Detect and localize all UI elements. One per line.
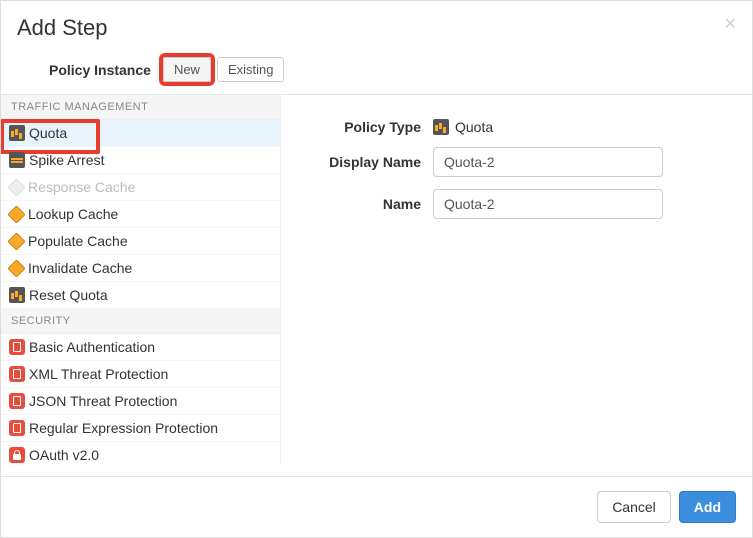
spike-arrest-icon bbox=[9, 152, 25, 168]
policy-label: Lookup Cache bbox=[28, 206, 118, 222]
display-name-input[interactable] bbox=[433, 147, 663, 177]
policy-label: Invalidate Cache bbox=[28, 260, 132, 276]
close-button[interactable]: × bbox=[724, 13, 736, 36]
policy-type-row: Policy Type Quota bbox=[311, 119, 722, 135]
group-traffic-management: TRAFFIC MANAGEMENT bbox=[1, 95, 280, 120]
policy-label: JSON Threat Protection bbox=[29, 393, 177, 409]
content-area: TRAFFIC MANAGEMENT Quota Spike Arrest Re… bbox=[1, 94, 752, 464]
display-name-row: Display Name bbox=[311, 147, 722, 177]
policy-label: XML Threat Protection bbox=[29, 366, 168, 382]
group-security: SECURITY bbox=[1, 309, 280, 334]
policy-label: Regular Expression Protection bbox=[29, 420, 218, 436]
policy-item-basic-auth[interactable]: Basic Authentication bbox=[1, 334, 280, 361]
security-icon bbox=[9, 393, 25, 409]
security-icon bbox=[9, 339, 25, 355]
name-row: Name bbox=[311, 189, 722, 219]
policy-label: Quota bbox=[29, 125, 67, 141]
quota-icon bbox=[433, 119, 449, 135]
policy-label: Basic Authentication bbox=[29, 339, 155, 355]
cancel-button[interactable]: Cancel bbox=[597, 491, 671, 523]
instance-new-button[interactable]: New bbox=[163, 57, 211, 82]
policy-type-text: Quota bbox=[455, 119, 493, 135]
quota-icon bbox=[9, 125, 25, 141]
policy-item-populate-cache[interactable]: Populate Cache bbox=[1, 228, 280, 255]
security-icon bbox=[9, 366, 25, 382]
display-name-label: Display Name bbox=[311, 154, 421, 170]
cache-icon bbox=[7, 205, 25, 223]
policy-label: Populate Cache bbox=[28, 233, 128, 249]
cache-icon bbox=[7, 178, 25, 196]
policy-label: Reset Quota bbox=[29, 287, 108, 303]
policy-item-quota[interactable]: Quota bbox=[1, 120, 280, 147]
policy-item-regex-protection[interactable]: Regular Expression Protection bbox=[1, 415, 280, 442]
add-button[interactable]: Add bbox=[679, 491, 736, 523]
policy-instance-label: Policy Instance bbox=[49, 62, 151, 78]
policy-item-oauth[interactable]: OAuth v2.0 bbox=[1, 442, 280, 464]
policy-type-value: Quota bbox=[433, 119, 493, 135]
name-input[interactable] bbox=[433, 189, 663, 219]
modal-header: Add Step × bbox=[1, 1, 752, 53]
form-panel: Policy Type Quota Display Name Name bbox=[281, 95, 752, 464]
new-button-highlight: New bbox=[163, 57, 211, 82]
policy-item-reset-quota[interactable]: Reset Quota bbox=[1, 282, 280, 309]
security-icon bbox=[9, 420, 25, 436]
instance-existing-button[interactable]: Existing bbox=[217, 57, 285, 82]
name-label: Name bbox=[311, 196, 421, 212]
policy-item-lookup-cache[interactable]: Lookup Cache bbox=[1, 201, 280, 228]
policy-label: OAuth v2.0 bbox=[29, 447, 99, 463]
cache-icon bbox=[7, 232, 25, 250]
policy-item-json-threat[interactable]: JSON Threat Protection bbox=[1, 388, 280, 415]
policy-instance-row: Policy Instance New Existing bbox=[1, 53, 752, 94]
policy-item-spike-arrest[interactable]: Spike Arrest bbox=[1, 147, 280, 174]
policy-sidebar[interactable]: TRAFFIC MANAGEMENT Quota Spike Arrest Re… bbox=[1, 95, 281, 464]
policy-item-xml-threat[interactable]: XML Threat Protection bbox=[1, 361, 280, 388]
policy-item-response-cache: Response Cache bbox=[1, 174, 280, 201]
modal-footer: Cancel Add bbox=[1, 476, 752, 537]
policy-item-invalidate-cache[interactable]: Invalidate Cache bbox=[1, 255, 280, 282]
quota-icon bbox=[9, 287, 25, 303]
policy-label: Spike Arrest bbox=[29, 152, 104, 168]
policy-label: Response Cache bbox=[28, 179, 135, 195]
policy-type-label: Policy Type bbox=[311, 119, 421, 135]
lock-icon bbox=[9, 447, 25, 463]
cache-icon bbox=[7, 259, 25, 277]
modal-title: Add Step bbox=[17, 15, 736, 41]
add-step-modal: Add Step × Policy Instance New Existing … bbox=[0, 0, 753, 538]
